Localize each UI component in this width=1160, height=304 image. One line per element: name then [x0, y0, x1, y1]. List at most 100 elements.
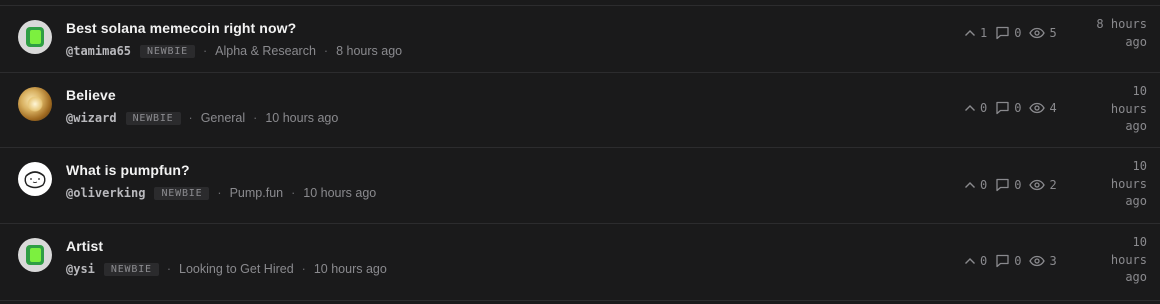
view-stat: 3 — [1029, 254, 1057, 268]
time-line: 10 — [1132, 159, 1147, 173]
time-line: hours — [1110, 176, 1147, 191]
activity-time: 10 hours ago — [1087, 234, 1147, 287]
avatar[interactable] — [18, 20, 52, 54]
time-line: hours — [1110, 101, 1147, 116]
chevron-up-icon — [965, 105, 975, 111]
thread-row[interactable]: Best solana memecoin right now? @tamima6… — [0, 6, 1160, 72]
separator-dot: · — [188, 111, 193, 125]
username[interactable]: @wizard — [66, 111, 117, 125]
thread-title[interactable]: What is pumpfun? — [66, 162, 190, 178]
comment-stat[interactable]: 0 — [995, 254, 1021, 268]
time-line: ago — [1125, 119, 1147, 133]
upvote-stat[interactable]: 1 — [964, 26, 987, 40]
username[interactable]: @tamima65 — [66, 44, 131, 58]
avatar[interactable] — [18, 162, 52, 196]
separator-dot: · — [202, 44, 208, 58]
comment-icon — [996, 101, 1009, 115]
eye-icon — [1029, 255, 1046, 267]
thread-row[interactable]: What is pumpfun? @oliverking NEWBIE · Pu… — [0, 148, 1160, 223]
thread-meta: @ysi NEWBIE · Looking to Get Hired · 10 … — [66, 262, 387, 276]
chevron-up-icon — [965, 182, 975, 188]
thread-stats: 1 0 5 — [964, 26, 1065, 40]
eye-icon — [1029, 27, 1046, 39]
time-line: 10 — [1132, 84, 1147, 98]
view-count: 5 — [1049, 26, 1057, 40]
view-stat: 4 — [1029, 101, 1057, 115]
thread-row[interactable]: Artist @ysi NEWBIE · Looking to Get Hire… — [0, 224, 1160, 300]
time-line: 10 — [1132, 235, 1147, 249]
thread-stats: 0 0 4 — [964, 101, 1065, 115]
view-stat: 5 — [1029, 26, 1057, 40]
thread-list: Best solana memecoin right now? @tamima6… — [0, 0, 1160, 304]
rank-badge: NEWBIE — [103, 262, 159, 276]
upvote-count: 0 — [980, 254, 988, 268]
separator-dot: · — [217, 186, 222, 200]
separator-dot: · — [291, 186, 296, 200]
comment-count: 0 — [1014, 26, 1022, 40]
eye-icon — [1029, 102, 1046, 114]
chevron-up-icon — [965, 258, 975, 264]
thread-title[interactable]: Artist — [66, 238, 103, 254]
comment-count: 0 — [1014, 101, 1022, 115]
category-link[interactable]: General — [201, 111, 245, 125]
time-line: ago — [1125, 194, 1147, 208]
rank-badge: NEWBIE — [125, 111, 181, 125]
upvote-count: 0 — [980, 178, 988, 192]
comment-stat[interactable]: 0 — [995, 26, 1021, 40]
view-count: 4 — [1049, 101, 1057, 115]
upvote-stat[interactable]: 0 — [964, 254, 987, 268]
comment-icon — [996, 254, 1009, 268]
activity-time: 10 hours ago — [1087, 158, 1147, 211]
thread-meta: @oliverking NEWBIE · Pump.fun · 10 hours… — [66, 186, 376, 200]
activity-time: 8 hours ago — [1087, 16, 1147, 51]
chat-bubble-icon — [26, 27, 44, 47]
thread-stats: 0 0 2 — [964, 178, 1065, 192]
chevron-up-icon — [965, 30, 975, 36]
view-count: 2 — [1049, 178, 1057, 192]
thread-row[interactable]: Believe @wizard NEWBIE · General · 10 ho… — [0, 73, 1160, 147]
avatar-image — [27, 96, 43, 112]
thread-meta: @wizard NEWBIE · General · 10 hours ago — [66, 111, 338, 125]
posted-time: 8 hours ago — [336, 44, 403, 58]
time-line: hours — [1110, 252, 1147, 267]
comment-icon — [996, 178, 1009, 192]
thread-meta: @tamima65 NEWBIE · Alpha & Research · 8 … — [66, 44, 402, 58]
separator-dot: · — [301, 262, 306, 276]
category-link[interactable]: Alpha & Research — [215, 44, 316, 58]
thread-stats: 0 0 3 — [964, 254, 1065, 268]
posted-time: 10 hours ago — [303, 186, 377, 200]
view-stat: 2 — [1029, 178, 1057, 192]
category-link[interactable]: Looking to Get Hired — [179, 262, 294, 276]
divider — [0, 300, 1160, 301]
chat-bubble-icon — [26, 245, 44, 265]
thread-title[interactable]: Best solana memecoin right now? — [66, 20, 296, 36]
separator-dot: · — [323, 44, 329, 58]
separator-dot: · — [166, 262, 172, 276]
category-link[interactable]: Pump.fun — [230, 186, 284, 200]
comment-stat[interactable]: 0 — [995, 178, 1021, 192]
upvote-count: 0 — [980, 101, 988, 115]
comment-count: 0 — [1014, 178, 1022, 192]
thread-title[interactable]: Believe — [66, 87, 116, 103]
face-sketch-icon — [24, 171, 46, 189]
posted-time: 10 hours ago — [265, 111, 339, 125]
avatar[interactable] — [18, 238, 52, 272]
time-line: 8 hours — [1096, 17, 1147, 31]
upvote-count: 1 — [980, 26, 988, 40]
avatar[interactable] — [18, 87, 52, 121]
posted-time: 10 hours ago — [313, 262, 387, 276]
upvote-stat[interactable]: 0 — [964, 178, 987, 192]
eye-icon — [1029, 179, 1046, 191]
view-count: 3 — [1049, 254, 1057, 268]
separator-dot: · — [253, 111, 258, 125]
username[interactable]: @ysi — [66, 262, 95, 276]
rank-badge: NEWBIE — [140, 44, 195, 58]
time-line: ago — [1125, 270, 1147, 284]
comment-stat[interactable]: 0 — [995, 101, 1021, 115]
username[interactable]: @oliverking — [66, 186, 145, 200]
activity-time: 10 hours ago — [1087, 83, 1147, 136]
comment-icon — [996, 26, 1009, 40]
comment-count: 0 — [1014, 254, 1022, 268]
upvote-stat[interactable]: 0 — [964, 101, 987, 115]
time-line: ago — [1125, 34, 1147, 49]
